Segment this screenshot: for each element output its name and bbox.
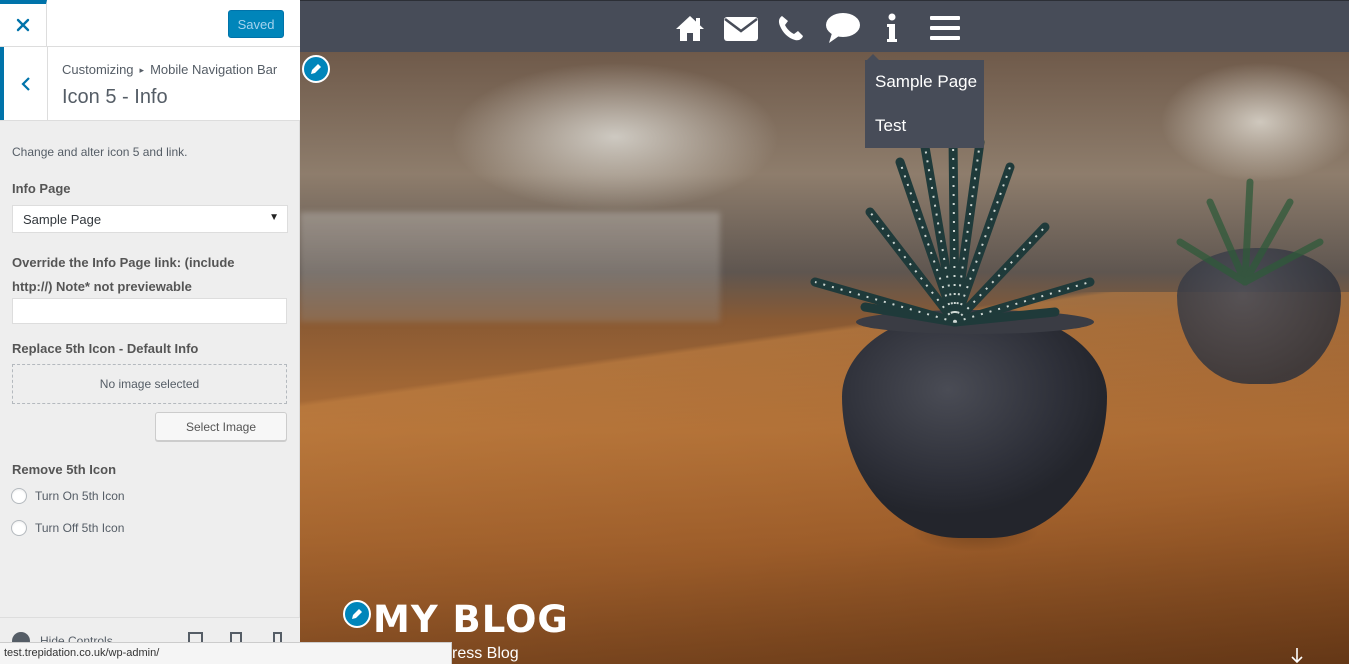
pencil-icon bbox=[352, 609, 362, 619]
envelope-icon[interactable] bbox=[722, 12, 760, 44]
image-placeholder[interactable]: No image selected bbox=[12, 364, 287, 404]
radio-turn-on-label: Turn On 5th Icon bbox=[35, 489, 125, 503]
section-header: Customizing ▸ Mobile Navigation Bar Icon 5… bbox=[0, 47, 300, 121]
radio-turn-on[interactable] bbox=[11, 488, 27, 504]
main-plant bbox=[810, 132, 1095, 327]
breadcrumb-parent: Mobile Navigation Bar bbox=[150, 62, 278, 77]
arrow-down-icon[interactable] bbox=[1290, 647, 1304, 664]
site-tagline: ress Blog bbox=[452, 645, 519, 662]
pencil-icon bbox=[311, 64, 321, 74]
breadcrumb-root: Customizing bbox=[62, 62, 134, 77]
edit-site-title-shortcut[interactable] bbox=[343, 600, 371, 628]
site-title[interactable]: MY BLOG bbox=[373, 598, 569, 641]
control-description: Change and alter icon 5 and link. bbox=[12, 145, 188, 159]
menu-icon[interactable] bbox=[929, 12, 961, 44]
edit-navigation-shortcut[interactable] bbox=[302, 55, 330, 83]
radio-turn-on-option[interactable]: Turn On 5th Icon bbox=[11, 487, 125, 505]
dropdown-item-test[interactable]: Test bbox=[875, 116, 906, 136]
radio-turn-off[interactable] bbox=[11, 520, 27, 536]
close-customizer-button[interactable] bbox=[0, 0, 47, 46]
dropdown-arrow-icon: ▼ bbox=[269, 212, 279, 223]
info-dropdown-menu: Sample Page Test bbox=[865, 54, 984, 148]
breadcrumb: Customizing ▸ Mobile Navigation Bar bbox=[62, 62, 277, 77]
status-bar-url: test.trepidation.co.uk/wp-admin/ bbox=[0, 642, 452, 664]
breadcrumb-separator: ▸ bbox=[139, 65, 145, 75]
small-plant bbox=[1176, 178, 1324, 286]
comment-icon[interactable] bbox=[824, 12, 862, 44]
info-page-label: Info Page bbox=[12, 181, 71, 196]
background-window bbox=[450, 62, 780, 212]
remove-icon-label: Remove 5th Icon bbox=[12, 462, 117, 477]
radio-turn-off-label: Turn Off 5th Icon bbox=[35, 521, 125, 535]
section-title: Icon 5 - Info bbox=[62, 86, 168, 108]
saved-button[interactable]: Saved bbox=[228, 10, 284, 38]
home-icon[interactable] bbox=[673, 12, 707, 44]
back-button[interactable] bbox=[0, 47, 48, 120]
override-link-input[interactable] bbox=[12, 298, 287, 324]
site-preview: Sample Page Test MY BLOG ress Blog bbox=[300, 0, 1349, 664]
hero-image bbox=[300, 52, 1349, 664]
customizer-sidebar: Saved Customizing ▸ Mobile Navigation Bar … bbox=[0, 0, 300, 664]
phone-icon[interactable] bbox=[776, 12, 806, 44]
info-page-selected-value: Sample Page bbox=[23, 211, 102, 227]
select-image-button[interactable]: Select Image bbox=[155, 412, 287, 441]
customizer-header: Saved bbox=[0, 0, 300, 47]
info-icon[interactable] bbox=[885, 12, 899, 44]
chevron-left-icon bbox=[20, 76, 30, 91]
mobile-navigation-bar bbox=[300, 0, 1349, 52]
dropdown-item-sample-page[interactable]: Sample Page bbox=[875, 72, 977, 92]
override-link-label: Override the Info Page link: (include ht… bbox=[12, 255, 235, 294]
close-icon bbox=[16, 18, 30, 32]
background-window-right bbox=[1160, 62, 1349, 182]
radio-turn-off-option[interactable]: Turn Off 5th Icon bbox=[11, 519, 124, 537]
info-page-select[interactable]: Sample Page ▼ bbox=[12, 205, 288, 233]
replace-icon-label: Replace 5th Icon - Default Info bbox=[12, 341, 199, 356]
